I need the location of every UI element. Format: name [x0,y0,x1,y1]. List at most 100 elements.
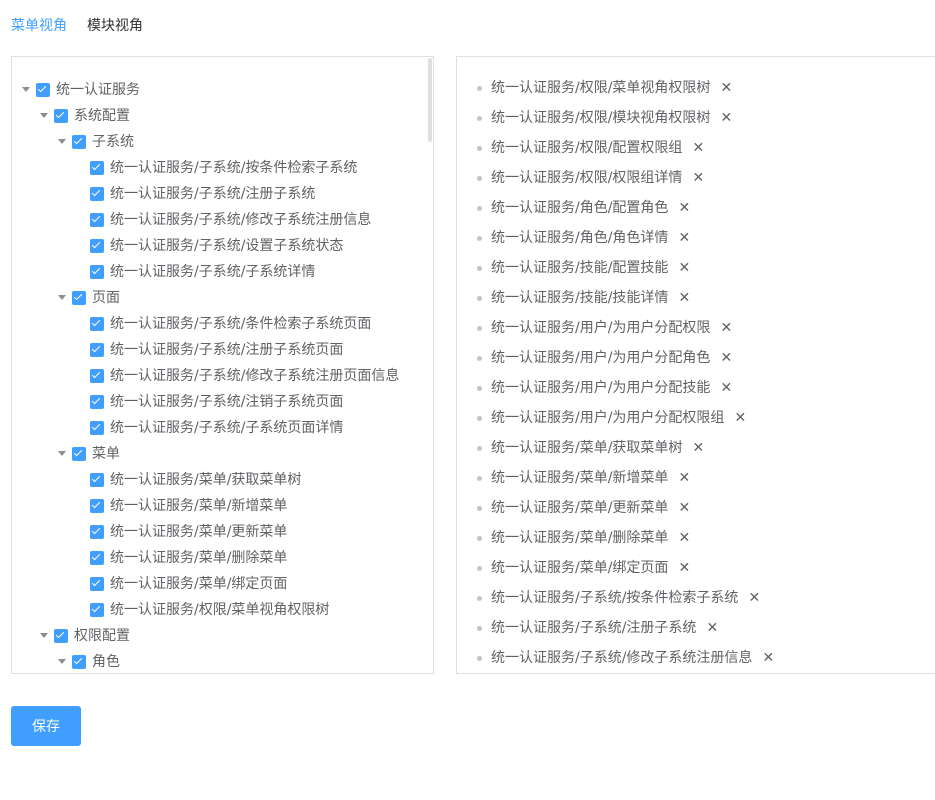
tree-node-checkbox[interactable] [90,317,104,331]
tree-node[interactable]: 统一认证服务/子系统/子系统详情 [12,259,433,285]
tree-node[interactable]: 统一认证服务/子系统/注册子系统页面 [12,337,433,363]
tree-node[interactable]: 统一认证服务/子系统/修改子系统注册页面信息 [12,363,433,389]
tree-node-checkbox[interactable] [36,83,50,97]
tree-node[interactable]: 统一认证服务/菜单/绑定页面 [12,571,433,597]
tree-node-checkbox[interactable] [72,135,86,149]
remove-icon[interactable]: ✕ [734,403,746,433]
remove-icon[interactable]: ✕ [748,583,760,613]
remove-icon[interactable]: ✕ [720,343,732,373]
tree-node-checkbox[interactable] [90,395,104,409]
tree-node-checkbox[interactable] [54,629,68,643]
tree-node-checkbox[interactable] [72,291,86,305]
tree-node[interactable]: 统一认证服务/子系统/修改子系统注册信息 [12,207,433,233]
tree-node-checkbox[interactable] [90,369,104,383]
tree-node[interactable]: 统一认证服务/子系统/按条件检索子系统 [12,155,433,181]
save-button[interactable]: 保存 [11,706,81,746]
remove-icon[interactable]: ✕ [720,103,732,133]
tree-node-checkbox[interactable] [90,473,104,487]
tree-node[interactable]: 统一认证服务/权限/菜单视角权限树 [12,597,433,623]
tree-node[interactable]: 权限配置 [12,623,433,649]
tree-node-checkbox[interactable] [90,161,104,175]
tree-node-checkbox[interactable] [90,213,104,227]
selected-permission-item: 统一认证服务/用户/为用户分配权限 ✕ [457,313,935,343]
tree-node[interactable]: 统一认证服务/子系统/子系统页面详情 [12,415,433,441]
tree-node-checkbox[interactable] [90,577,104,591]
selected-permission-item: 统一认证服务/菜单/删除菜单 ✕ [457,523,935,553]
selected-permission-item: 统一认证服务/菜单/获取菜单树 ✕ [457,433,935,463]
tree-node-checkbox[interactable] [90,499,104,513]
remove-icon[interactable]: ✕ [678,463,690,493]
tree-node[interactable]: 页面 [12,285,433,311]
selected-permission-label: 统一认证服务/用户/为用户分配技能 [491,380,711,396]
tree-node[interactable]: 菜单 [12,441,433,467]
tree-node[interactable]: 统一认证服务/菜单/更新菜单 [12,519,433,545]
caret-down-icon[interactable] [58,451,66,456]
bullet-icon [477,86,482,91]
caret-down-icon[interactable] [40,113,48,118]
bullet-icon [477,236,482,241]
tree-node-label: 统一认证服务/子系统/注销子系统页面 [110,394,344,410]
tree-scrollbar[interactable] [428,58,432,142]
remove-icon[interactable]: ✕ [692,133,704,163]
tree-node-checkbox[interactable] [90,525,104,539]
remove-icon[interactable]: ✕ [720,373,732,403]
tree-node-checkbox[interactable] [54,109,68,123]
tree-node[interactable]: 统一认证服务/菜单/获取菜单树 [12,467,433,493]
tree-node-checkbox[interactable] [90,265,104,279]
bullet-icon [477,416,482,421]
tab-menu-view[interactable]: 菜单视角 [11,17,67,37]
tree-node[interactable]: 子系统 [12,129,433,155]
bullet-icon [477,476,482,481]
selected-permission-label: 统一认证服务/权限/模块视角权限树 [491,110,711,126]
remove-icon[interactable]: ✕ [678,223,690,253]
remove-icon[interactable]: ✕ [678,523,690,553]
remove-icon[interactable]: ✕ [706,613,718,643]
tree-node[interactable]: 统一认证服务/菜单/新增菜单 [12,493,433,519]
tree-node[interactable]: 系统配置 [12,103,433,129]
selected-permission-text: 统一认证服务/权限/权限组详情 ✕ [491,163,704,193]
tree-node[interactable]: 角色 [12,649,433,673]
tree-node-checkbox[interactable] [72,447,86,461]
tree-node-checkbox[interactable] [90,239,104,253]
tree-node[interactable]: 统一认证服务/子系统/设置子系统状态 [12,233,433,259]
tree-node[interactable]: 统一认证服务/子系统/注销子系统页面 [12,389,433,415]
remove-icon[interactable]: ✕ [678,493,690,523]
tree-node-checkbox[interactable] [90,421,104,435]
tree-node-label: 统一认证服务/子系统/修改子系统注册信息 [110,212,372,228]
selected-permission-text: 统一认证服务/技能/配置技能 ✕ [491,253,690,283]
caret-down-icon[interactable] [58,139,66,144]
tree-node[interactable]: 统一认证服务/菜单/删除菜单 [12,545,433,571]
remove-icon[interactable]: ✕ [692,163,704,193]
tab-module-view[interactable]: 模块视角 [87,17,143,37]
caret-down-icon[interactable] [58,659,66,664]
remove-icon[interactable]: ✕ [678,553,690,583]
tree-node-checkbox[interactable] [90,343,104,357]
remove-icon[interactable]: ✕ [762,643,774,673]
caret-down-icon[interactable] [22,87,30,92]
tree-node-label: 统一认证服务 [56,82,140,98]
caret-down-icon[interactable] [58,295,66,300]
bullet-icon [477,656,482,661]
tree-node[interactable]: 统一认证服务 [12,77,433,103]
selected-permission-item: 统一认证服务/用户/为用户分配角色 ✕ [457,343,935,373]
caret-down-icon[interactable] [40,633,48,638]
tree-node[interactable]: 统一认证服务/子系统/注册子系统 [12,181,433,207]
tree-node-label: 统一认证服务/子系统/修改子系统注册页面信息 [110,368,400,384]
permission-tree: 统一认证服务 系统配置 子系统 统一认证服务/子系统/按条件检索子系统 统一认证服务/子… [12,77,433,673]
remove-icon[interactable]: ✕ [720,313,732,343]
remove-icon[interactable]: ✕ [692,433,704,463]
tree-node[interactable]: 统一认证服务/子系统/条件检索子系统页面 [12,311,433,337]
tree-node-checkbox[interactable] [90,551,104,565]
tree-node-label: 统一认证服务/菜单/绑定页面 [110,576,288,592]
selected-permission-text: 统一认证服务/菜单/删除菜单 ✕ [491,523,690,553]
remove-icon[interactable]: ✕ [678,253,690,283]
remove-icon[interactable]: ✕ [720,73,732,103]
selected-permission-text: 统一认证服务/角色/配置角色 ✕ [491,193,690,223]
tree-node-checkbox[interactable] [90,603,104,617]
tree-node-checkbox[interactable] [90,187,104,201]
tree-node-checkbox[interactable] [72,655,86,669]
selected-permission-label: 统一认证服务/菜单/绑定页面 [491,560,669,576]
remove-icon[interactable]: ✕ [678,193,690,223]
selected-permission-label: 统一认证服务/用户/为用户分配权限组 [491,410,725,426]
remove-icon[interactable]: ✕ [678,283,690,313]
